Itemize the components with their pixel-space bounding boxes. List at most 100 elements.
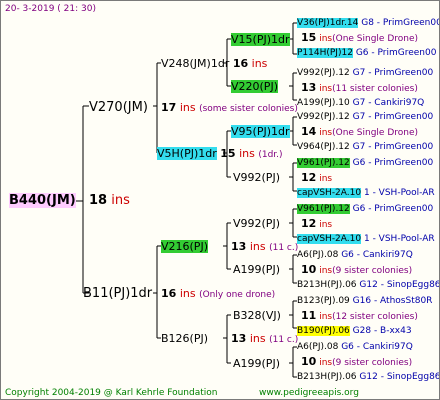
gen4-note: (One Single Drone) — [332, 34, 419, 44]
gen4-line3[interactable]: capVSH-2A.10 1 - VSH-Pool-AR — [297, 187, 435, 199]
gen4-line3[interactable]: B213H(PJ).06 G12 - SinopEgg86R — [297, 279, 440, 291]
root-name: B440(JM) — [9, 193, 76, 208]
gen4-unit: ins — [319, 128, 333, 138]
pedigree-frame: 20- 3-2019 ( 21: 30) Copyright 2004-2019… — [0, 0, 440, 400]
gen4-num: 10 — [301, 263, 317, 276]
gen4-line3[interactable]: P114H(PJ)12 G6 - PrimGreen00 — [297, 47, 436, 59]
gen4-note: (12 sister colonies) — [332, 312, 418, 322]
gen4-num: 10 — [301, 355, 317, 368]
gen4-line3[interactable]: B190(PJ).06 G28 - B-xx43 — [297, 325, 412, 337]
gen4-line1[interactable]: V992(PJ).12 G7 - PrimGreen00 — [297, 67, 433, 79]
gen4-origin: G7 - PrimGreen00 — [352, 112, 434, 122]
gen3-name: V992(PJ) — [233, 217, 280, 230]
gen4-origin: 1 - VSH-Pool-AR — [363, 188, 435, 198]
gen4-unit: ins — [319, 220, 333, 230]
gen4-id: B123(PJ).09 — [297, 296, 350, 306]
gen1-note: (some sister colonies) — [199, 104, 298, 114]
gen4-origin: G6 - PrimGreen00 — [352, 158, 434, 168]
gen4-id: V36(PJ)1dr.14 — [297, 18, 359, 28]
gen2-node-3[interactable]: B126(PJ) — [161, 332, 208, 345]
gen2-name: V216(PJ) — [161, 240, 208, 253]
gen4-origin: G7 - PrimGreen00 — [352, 142, 434, 152]
gen4-line1[interactable]: V36(PJ)1dr.14 G8 - PrimGreen00 — [297, 17, 440, 29]
gen3-node-3[interactable]: V992(PJ) — [233, 171, 280, 184]
gen4-score: 12 ins — [301, 172, 332, 185]
gen4-unit: ins — [319, 358, 333, 368]
gen2-name: V5H(PJ)1dr — [157, 147, 217, 160]
gen4-line3[interactable]: capVSH-2A.10 1 - VSH-Pool-AR — [297, 233, 435, 245]
gen3-node-2[interactable]: V95(PJ)1dr — [231, 125, 290, 138]
gen4-id: B190(PJ).06 — [297, 326, 350, 336]
root-score: 18 ins — [89, 193, 130, 208]
gen4-id: A199(PJ).10 — [297, 98, 350, 108]
gen4-line3[interactable]: V964(PJ).12 G7 - PrimGreen00 — [297, 141, 433, 153]
gen4-score: 15 ins(One Single Drone) — [301, 32, 418, 45]
footer-site-link[interactable]: www.pedigreeapis.org — [259, 387, 359, 399]
gen4-line1[interactable]: A6(PJ).08 G6 - Cankiri97Q — [297, 341, 413, 353]
gen1-node-1[interactable]: B11(PJ)1dr — [83, 286, 152, 301]
gen4-num: 12 — [301, 217, 317, 230]
gen4-id: V992(PJ).12 — [297, 68, 350, 78]
root-node[interactable]: B440(JM) — [9, 193, 76, 208]
gen3-node-1[interactable]: V220(PJ) — [231, 80, 278, 93]
gen4-unit: ins — [319, 174, 333, 184]
gen4-line1[interactable]: V961(PJ).12 G6 - PrimGreen00 — [297, 157, 433, 169]
gen4-score: 11 ins(12 sister colonies) — [301, 310, 418, 323]
gen1-unit: ins — [179, 287, 196, 300]
gen2-node-1[interactable]: V5H(PJ)1dr 15 ins (1dr.) — [157, 147, 283, 161]
gen2-unit: ins — [239, 147, 255, 160]
gen4-id: V964(PJ).12 — [297, 142, 350, 152]
gen2-score-3: 13 ins (11 c.) — [231, 332, 298, 346]
gen4-score: 10 ins(9 sister colonies) — [301, 356, 412, 369]
gen4-line1[interactable]: B123(PJ).09 G16 - AthosSt80R — [297, 295, 432, 307]
gen1-name: B11(PJ)1dr — [83, 286, 153, 301]
gen4-id: capVSH-2A.10 — [297, 188, 362, 198]
gen4-line1[interactable]: A6(PJ).08 G6 - Cankiri97Q — [297, 249, 413, 261]
gen2-unit: ins — [249, 240, 266, 253]
gen4-origin: G12 - SinopEgg86R — [359, 280, 440, 290]
gen3-node-7[interactable]: A199(PJ) — [233, 357, 280, 370]
gen4-origin: G7 - PrimGreen00 — [352, 68, 434, 78]
gen4-unit: ins — [319, 266, 333, 276]
gen3-node-5[interactable]: A199(PJ) — [233, 263, 280, 276]
gen4-line3[interactable]: A199(PJ).10 G7 - Cankiri97Q — [297, 97, 424, 109]
gen3-node-6[interactable]: B328(VJ) — [233, 309, 281, 322]
gen2-unit: ins — [251, 57, 268, 70]
gen4-line1[interactable]: V961(PJ).12 G6 - PrimGreen00 — [297, 203, 433, 215]
gen4-note: (9 sister colonies) — [332, 358, 413, 368]
gen3-node-4[interactable]: V992(PJ) — [233, 217, 280, 230]
gen4-unit: ins — [319, 34, 333, 44]
gen2-note: (11 c.) — [269, 335, 299, 345]
root-num: 18 — [89, 193, 108, 208]
gen4-origin: G8 - PrimGreen00 — [361, 18, 440, 28]
gen4-origin: G6 - PrimGreen00 — [355, 48, 437, 58]
gen1-score-0: 17 ins (some sister colonies) — [161, 101, 298, 115]
gen3-name: A199(PJ) — [233, 357, 280, 370]
gen4-line1[interactable]: V992(PJ).12 G7 - PrimGreen00 — [297, 111, 433, 123]
gen2-num: 13 — [231, 240, 247, 253]
gen1-node-0[interactable]: V270(JM) — [89, 100, 148, 115]
gen4-id: B213H(PJ).06 — [297, 372, 357, 382]
gen2-unit: ins — [249, 332, 266, 345]
gen1-note: (Only one drone) — [199, 290, 276, 300]
gen3-name: B328(VJ) — [233, 309, 281, 322]
gen3-node-0[interactable]: V15(PJ)1dr — [231, 33, 290, 46]
gen4-id: V992(PJ).12 — [297, 112, 350, 122]
gen3-name: V220(PJ) — [231, 80, 278, 93]
gen4-score: 13 ins(11 sister colonies) — [301, 82, 418, 95]
gen4-num: 14 — [301, 125, 317, 138]
header-date: 20- 3-2019 ( 21: 30) — [5, 4, 96, 14]
gen4-id: V961(PJ).12 — [297, 204, 350, 214]
gen4-unit: ins — [319, 312, 333, 322]
gen4-origin: G12 - SinopEgg86R — [359, 372, 440, 382]
gen2-node-0[interactable]: V248(JM)1dr 16 ins — [161, 57, 267, 70]
gen3-name: V15(PJ)1dr — [231, 33, 290, 46]
gen4-origin: G28 - B-xx43 — [352, 326, 412, 336]
footer-copyright: Copyright 2004-2019 @ Karl Kehrle Founda… — [5, 388, 218, 398]
gen4-id: V961(PJ).12 — [297, 158, 350, 168]
gen2-node-2[interactable]: V216(PJ) — [161, 240, 208, 253]
gen4-line3[interactable]: B213H(PJ).06 G12 - SinopEgg86R — [297, 371, 440, 383]
root-unit: ins — [111, 193, 130, 208]
gen4-id: B213H(PJ).06 — [297, 280, 357, 290]
gen4-num: 12 — [301, 171, 317, 184]
